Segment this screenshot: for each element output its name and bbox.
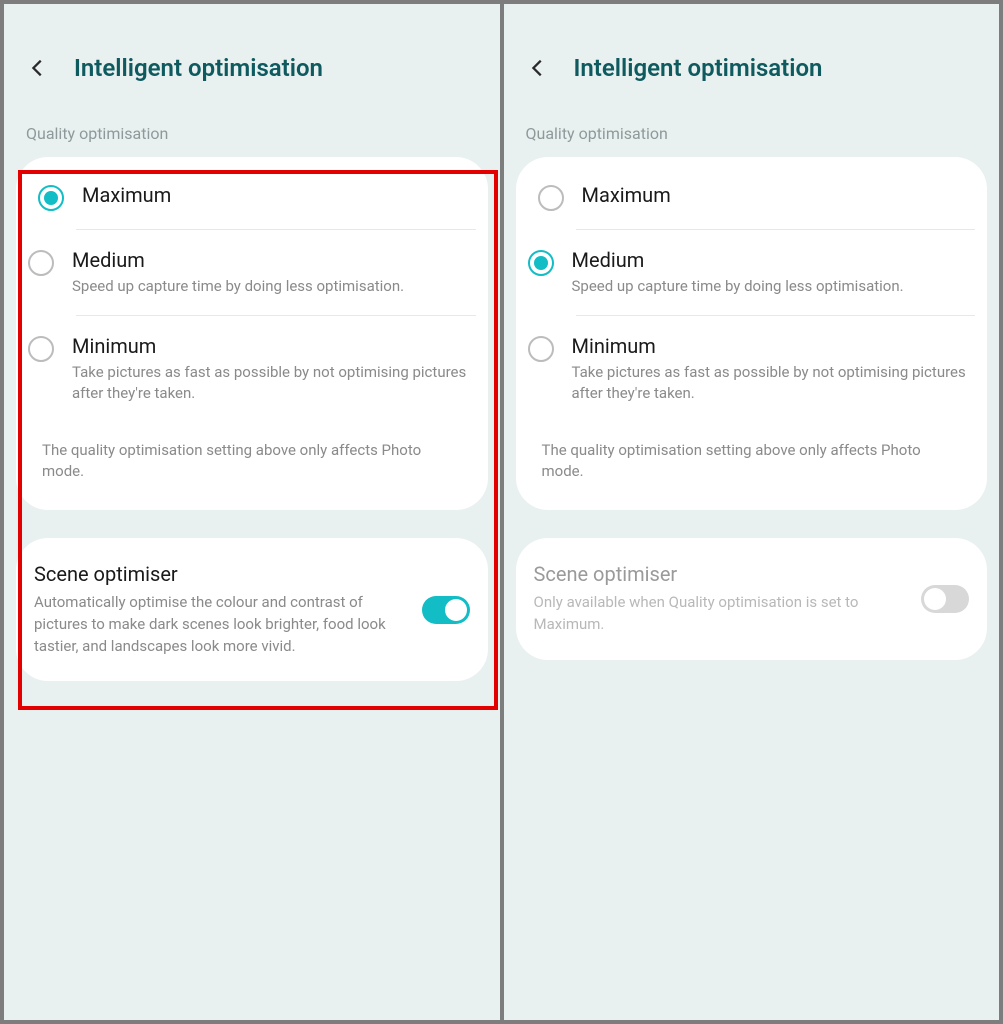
section-label: Quality optimisation <box>504 124 1000 157</box>
radio-icon <box>538 185 564 211</box>
scene-desc: Automatically optimise the colour and co… <box>34 592 406 657</box>
option-desc: Take pictures as fast as possible by not… <box>72 362 468 404</box>
option-desc: Speed up capture time by doing less opti… <box>72 276 468 297</box>
option-medium[interactable]: Medium Speed up capture time by doing le… <box>576 229 976 315</box>
scene-toggle <box>921 585 969 613</box>
option-desc: Take pictures as fast as possible by not… <box>572 362 968 404</box>
settings-screen-right: Intelligent optimisation Quality optimis… <box>504 4 1000 1020</box>
option-title: Medium <box>72 248 468 272</box>
back-button[interactable] <box>522 52 554 84</box>
option-title: Minimum <box>572 334 968 358</box>
page-title: Intelligent optimisation <box>574 54 823 82</box>
radio-icon <box>528 336 554 362</box>
radio-icon <box>38 185 64 211</box>
radio-icon <box>28 336 54 362</box>
option-title: Maximum <box>582 183 968 207</box>
back-button[interactable] <box>22 52 54 84</box>
option-title: Medium <box>572 248 968 272</box>
card-note: The quality optimisation setting above o… <box>528 422 976 506</box>
chevron-left-icon <box>527 57 549 79</box>
settings-screen-left: Intelligent optimisation Quality optimis… <box>4 4 500 1020</box>
quality-card: Maximum Medium Speed up capture time by … <box>16 157 488 510</box>
card-note: The quality optimisation setting above o… <box>28 422 476 506</box>
option-title: Minimum <box>72 334 468 358</box>
page-title: Intelligent optimisation <box>74 54 323 82</box>
scene-toggle[interactable] <box>422 596 470 624</box>
chevron-left-icon <box>27 57 49 79</box>
option-medium[interactable]: Medium Speed up capture time by doing le… <box>76 229 476 315</box>
scene-optimiser-card: Scene optimiser Only available when Qual… <box>516 538 988 660</box>
quality-card: Maximum Medium Speed up capture time by … <box>516 157 988 510</box>
option-desc: Speed up capture time by doing less opti… <box>572 276 968 297</box>
scene-title: Scene optimiser <box>534 562 906 586</box>
section-label: Quality optimisation <box>4 124 500 157</box>
option-minimum[interactable]: Minimum Take pictures as fast as possibl… <box>76 315 476 422</box>
option-title: Maximum <box>82 183 468 207</box>
scene-title: Scene optimiser <box>34 562 406 586</box>
header: Intelligent optimisation <box>4 52 500 84</box>
scene-optimiser-card[interactable]: Scene optimiser Automatically optimise t… <box>16 538 488 681</box>
radio-icon <box>528 250 554 276</box>
header: Intelligent optimisation <box>504 52 1000 84</box>
option-maximum[interactable]: Maximum <box>28 165 476 229</box>
scene-desc: Only available when Quality optimisation… <box>534 592 906 636</box>
option-maximum[interactable]: Maximum <box>528 165 976 229</box>
radio-icon <box>28 250 54 276</box>
option-minimum[interactable]: Minimum Take pictures as fast as possibl… <box>576 315 976 422</box>
